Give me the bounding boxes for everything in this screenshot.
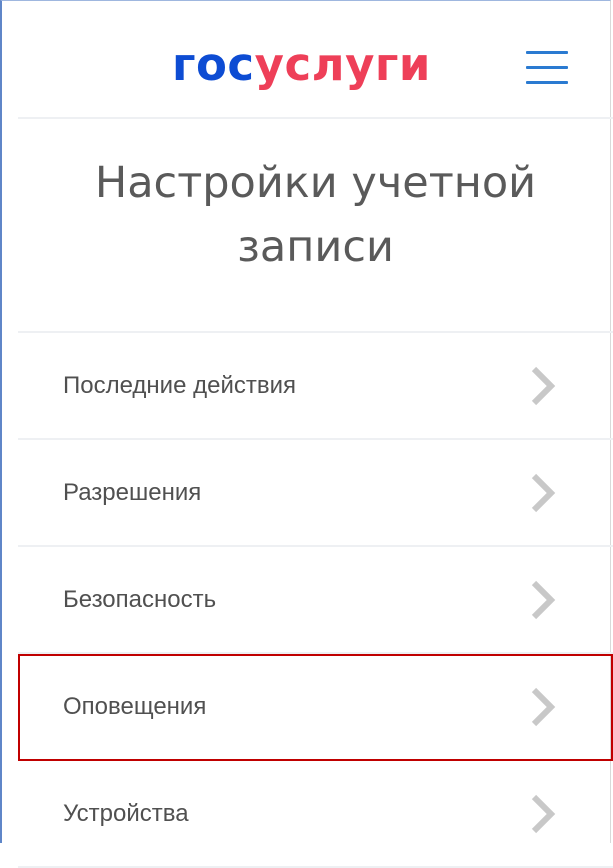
- menu-item-security[interactable]: Безопасность: [18, 547, 613, 654]
- menu-item-label: Оповещения: [63, 692, 207, 720]
- logo-part-uslugi: услуги: [254, 38, 431, 91]
- chevron-right-icon: [531, 794, 556, 833]
- settings-menu: Последние действия Разрешения Безопаснос…: [18, 331, 613, 868]
- menu-item-devices[interactable]: Устройства: [18, 761, 613, 868]
- hamburger-icon[interactable]: [526, 51, 568, 85]
- hamburger-line: [526, 66, 568, 69]
- menu-item-notifications[interactable]: Оповещения: [18, 654, 613, 761]
- gosuslugi-logo[interactable]: госуслуги: [172, 37, 431, 93]
- hamburger-line: [526, 81, 568, 84]
- menu-item-label: Последние действия: [63, 371, 297, 399]
- menu-item-label: Безопасность: [63, 585, 217, 613]
- page-title: Настройки учетной записи: [94, 158, 537, 272]
- chevron-right-icon: [531, 687, 556, 726]
- menu-item-permissions[interactable]: Разрешения: [18, 440, 613, 547]
- site-header: госуслуги: [18, 1, 613, 119]
- chevron-right-icon: [531, 580, 556, 619]
- logo-part-gos: гос: [172, 38, 255, 91]
- browser-viewport: госуслуги Настройки учетной записи После…: [0, 0, 613, 868]
- menu-item-label: Разрешения: [63, 478, 202, 506]
- chevron-right-icon: [531, 473, 556, 512]
- menu-item-recent-actions[interactable]: Последние действия: [18, 333, 613, 440]
- menu-item-label: Устройства: [63, 799, 189, 827]
- chevron-right-icon: [531, 366, 556, 405]
- hamburger-line: [526, 51, 568, 54]
